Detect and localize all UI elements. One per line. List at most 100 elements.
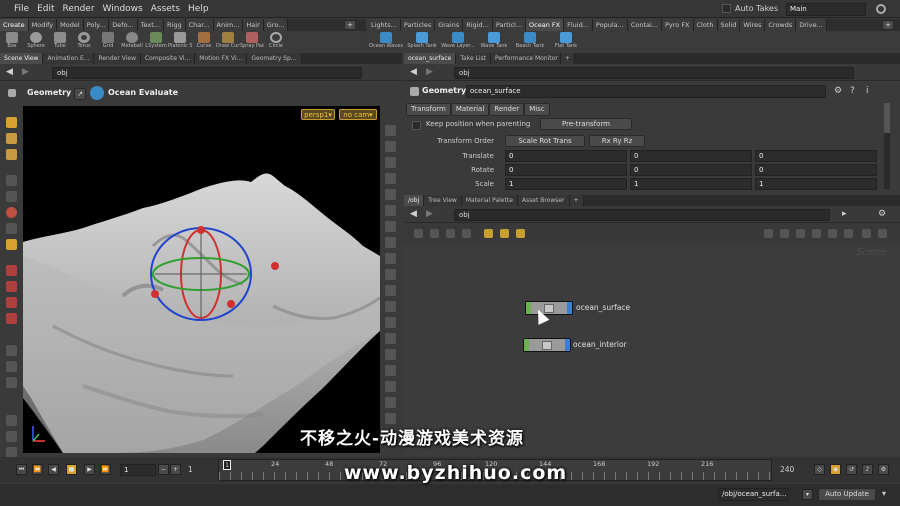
measure-icon[interactable]	[385, 317, 396, 328]
shelf-tab-char[interactable]: Char...	[185, 19, 214, 31]
info-icon[interactable]: i	[866, 86, 869, 96]
frame-icon[interactable]	[796, 229, 805, 238]
pen-icon[interactable]	[385, 349, 396, 360]
snap-icon[interactable]	[812, 229, 821, 238]
subtab-material[interactable]: Material	[450, 103, 490, 116]
takes-dropdown[interactable]: Main	[786, 3, 866, 16]
audio-button[interactable]: ♪	[862, 464, 873, 475]
node-ocean-interior[interactable]	[523, 338, 571, 352]
sphere-view-icon[interactable]	[385, 397, 396, 408]
tool-beach-tank[interactable]: Beach Tank	[512, 31, 548, 50]
magnet-tool-icon[interactable]	[6, 265, 17, 276]
list-view-icon[interactable]	[414, 229, 423, 238]
frame-minus-button[interactable]: −	[158, 464, 169, 475]
network-path-field[interactable]: obj	[454, 209, 830, 221]
rotate-tool-icon[interactable]	[6, 207, 17, 218]
tool-flat-tank[interactable]: Flat Tank	[548, 31, 584, 50]
brush-tool-icon[interactable]	[6, 297, 17, 308]
shelf-tab-poly[interactable]: Poly...	[83, 19, 110, 31]
subtab-transform[interactable]: Transform	[406, 103, 451, 116]
shelf-tab-gro[interactable]: Gro...	[263, 19, 289, 31]
tool-torus[interactable]: Torus	[72, 31, 96, 50]
translate-z-field[interactable]: 0	[755, 150, 877, 162]
translate-y-field[interactable]: 0	[630, 150, 752, 162]
snap-point-icon[interactable]	[385, 285, 396, 296]
back-arrow-icon[interactable]: ◀	[410, 209, 417, 219]
tool-draw-curve[interactable]: Draw Curve	[216, 31, 240, 50]
keys-button[interactable]: ◇	[814, 464, 825, 475]
sticky-note-icon[interactable]	[484, 229, 493, 238]
scale-tool-icon[interactable]	[6, 223, 17, 234]
shelf-right-add-button[interactable]: +	[882, 20, 894, 30]
keep-position-checkbox[interactable]	[412, 121, 421, 130]
record-icon[interactable]	[6, 431, 17, 442]
tool-spray-paint[interactable]: Spray Paint	[240, 31, 264, 50]
tab-obj[interactable]: /obj	[404, 195, 425, 206]
node-display-flag[interactable]	[526, 302, 531, 314]
loop-button[interactable]: ↺	[846, 464, 857, 475]
move-tool-icon[interactable]	[6, 191, 17, 202]
tool-splash-tank[interactable]: Splash Tank	[404, 31, 440, 50]
settings-icon[interactable]	[876, 4, 886, 14]
select-tool-icon[interactable]	[6, 117, 17, 128]
tool-lsystem[interactable]: LSystem	[144, 31, 168, 50]
normals-icon[interactable]	[385, 221, 396, 232]
shelf-tab-fluid[interactable]: Fluid...	[564, 19, 593, 31]
status-expand-icon[interactable]: ▾	[882, 489, 886, 498]
tool-wave-layer[interactable]: Wave Layer...	[440, 31, 476, 50]
shelf-tab-model[interactable]: Model	[57, 19, 84, 31]
grid-view-icon[interactable]	[430, 229, 439, 238]
shelf-tab-grains[interactable]: Grains	[435, 19, 464, 31]
tab-animation-editor[interactable]: Animation E...	[43, 53, 95, 64]
status-path-field[interactable]: /obj/ocean_surfa...	[718, 488, 788, 501]
node-render-flag[interactable]	[565, 339, 570, 351]
snap-multi-icon[interactable]	[385, 301, 396, 312]
scale-z-field[interactable]: 1	[755, 178, 877, 190]
tab-composite-view[interactable]: Composite Vi...	[140, 53, 196, 64]
pose-tool-icon[interactable]	[6, 175, 17, 186]
shelf-tab-anim[interactable]: Anim...	[213, 19, 244, 31]
3d-viewport[interactable]: persp1▾ no cam▾	[23, 106, 380, 453]
tool-circle[interactable]: Circle	[264, 31, 288, 50]
bone-tool-icon[interactable]	[6, 377, 17, 388]
global-anim-button[interactable]: ⚙	[878, 464, 889, 475]
shelf-tab-ocean-fx[interactable]: Ocean FX	[526, 19, 565, 31]
shelf-tab-particles[interactable]: Particles	[400, 19, 436, 31]
cube-view-icon[interactable]	[385, 381, 396, 392]
network-box-icon[interactable]	[500, 229, 509, 238]
play-reverse-button[interactable]: ◀	[48, 464, 59, 475]
tab-scene-view[interactable]: Scene View	[0, 53, 44, 64]
render-region-icon[interactable]	[6, 313, 17, 324]
shelf-tab-text[interactable]: Text...	[137, 19, 164, 31]
forward-arrow-icon[interactable]: ▶	[22, 67, 29, 77]
back-arrow-icon[interactable]: ◀	[410, 67, 417, 77]
tab-asset-browser[interactable]: Asset Browser	[517, 195, 570, 206]
back-arrow-icon[interactable]: ◀	[6, 67, 13, 77]
stop-button[interactable]: ■	[66, 464, 77, 475]
display-mode-icon[interactable]	[385, 141, 396, 152]
shelf-tab-crowds[interactable]: Crowds	[765, 19, 797, 31]
node-name-field[interactable]: ocean_surface	[466, 85, 826, 98]
image-icon[interactable]	[878, 229, 887, 238]
rotate-order-dropdown[interactable]: Rx Ry Rz	[589, 135, 645, 147]
translate-x-field[interactable]: 0	[505, 150, 627, 162]
menu-file[interactable]: File	[10, 0, 33, 18]
param-path-field[interactable]: obj	[454, 67, 854, 79]
settings-view-icon[interactable]	[385, 413, 396, 424]
tab-material-palette[interactable]: Material Palette	[461, 195, 518, 206]
zoom-icon[interactable]	[828, 229, 837, 238]
realtime-button[interactable]: ◉	[830, 464, 841, 475]
shelf-tab-solid[interactable]: Solid	[717, 19, 741, 31]
vector-icon[interactable]	[385, 237, 396, 248]
auto-takes-checkbox[interactable]	[722, 4, 731, 13]
shelf-add-button[interactable]: +	[344, 20, 356, 30]
current-frame-field[interactable]: 1	[120, 464, 156, 476]
pre-transform-button[interactable]: Pre-transform	[540, 118, 632, 130]
transform-order-dropdown[interactable]: Scale Rot Trans	[505, 135, 585, 147]
gear-icon[interactable]: ⚙	[834, 86, 842, 96]
shelf-tab-drive[interactable]: Drive...	[796, 19, 827, 31]
table-view-icon[interactable]	[446, 229, 455, 238]
forward-arrow-icon[interactable]: ▶	[426, 209, 433, 219]
pin-icon[interactable]: ▸	[842, 209, 847, 219]
points-icon[interactable]	[385, 189, 396, 200]
